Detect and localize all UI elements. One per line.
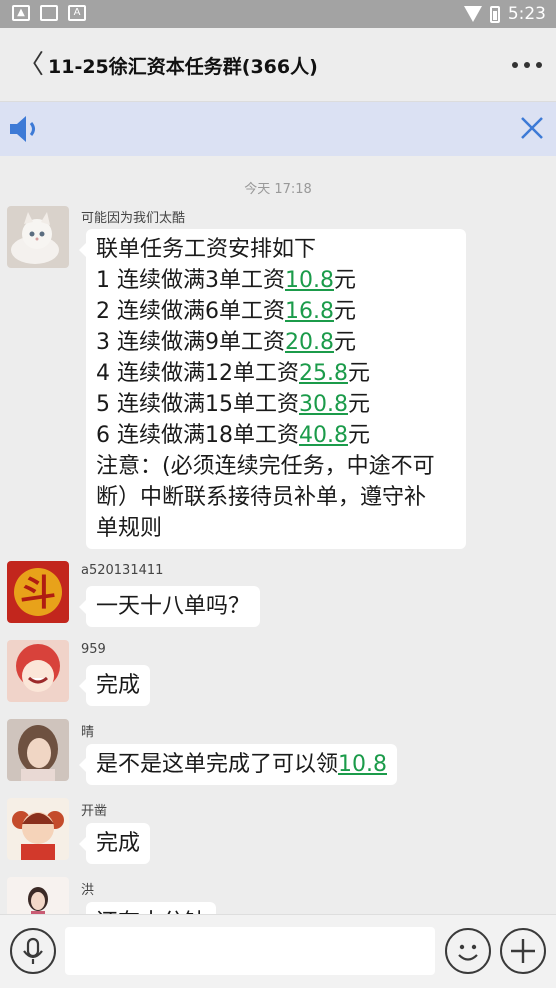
avatar[interactable] — [7, 719, 69, 781]
avatar[interactable] — [7, 798, 69, 860]
message-line: 6 连续做满18单工资40.8元 — [96, 423, 370, 448]
message-bubble[interactable]: 联单任务工资安排如下 1 连续做满3单工资10.8元 2 连续做满6单工资16.… — [79, 229, 466, 549]
message-bubble[interactable]: 是不是这单完成了可以领10.8 — [79, 744, 397, 785]
message-bubble[interactable]: 完成 — [78, 665, 151, 706]
message-line: 1 连续做满3单工资10.8元 — [96, 268, 356, 293]
battery-icon — [489, 5, 500, 23]
amount-link[interactable]: 10.8 — [285, 268, 334, 293]
sender-name: a520131411 — [81, 563, 164, 578]
message-line: 5 连续做满15单工资30.8元 — [96, 392, 370, 417]
font-icon: A — [68, 5, 86, 21]
voice-button[interactable] — [10, 928, 56, 974]
message-bubble[interactable]: 完成 — [78, 823, 151, 864]
message-line: 4 连续做满12单工资25.8元 — [96, 361, 370, 386]
microphone-icon — [23, 937, 43, 964]
message-line: 联单任务工资安排如下 — [96, 237, 317, 262]
announcement-bar[interactable] — [0, 102, 556, 156]
svg-text:斗: 斗 — [20, 573, 56, 614]
amount-link[interactable]: 25.8 — [299, 361, 348, 386]
image-icon: ▲ — [12, 5, 30, 21]
emoji-button[interactable] — [445, 928, 491, 974]
more-functions-button[interactable] — [500, 928, 546, 974]
chat-header: 〈 11-25徐汇资本任务群(366人) — [0, 28, 556, 102]
more-options-button[interactable] — [512, 62, 542, 68]
plus-icon — [511, 939, 535, 963]
message-bubble[interactable]: 还有十分钟 — [86, 902, 217, 914]
status-bar: ▲ A 5:23 — [0, 0, 556, 28]
amount-link[interactable]: 30.8 — [299, 392, 348, 417]
image-icon — [40, 5, 58, 21]
speaker-icon — [10, 116, 35, 142]
sender-name: 晴 — [81, 725, 95, 740]
sender-name: 洪 — [81, 883, 95, 898]
input-bar — [0, 914, 556, 988]
message-line: 断）中断联系接待员补单，遵守补 — [96, 485, 427, 510]
amount-link[interactable]: 40.8 — [299, 423, 348, 448]
avatar[interactable] — [7, 877, 69, 914]
sender-name: 开凿 — [81, 804, 108, 819]
amount-link[interactable]: 16.8 — [285, 299, 334, 324]
smile-icon — [458, 944, 478, 961]
close-icon[interactable] — [520, 116, 544, 140]
sender-name: 959 — [81, 642, 106, 657]
message-bubble[interactable]: 一天十八单吗？ — [78, 586, 261, 627]
avatar[interactable] — [7, 640, 69, 702]
status-time: 5:23 — [507, 4, 546, 24]
message-line: 2 连续做满6单工资16.8元 — [96, 299, 356, 324]
message-line: 3 连续做满9单工资20.8元 — [96, 330, 356, 355]
timestamp: 今天 17:18 — [244, 182, 312, 197]
message-line: 注意：(必须连续完任务，中途不可 — [96, 454, 435, 479]
wifi-icon — [463, 6, 482, 22]
back-button[interactable]: 〈 — [18, 52, 44, 78]
sender-name: 可能因为我们太酷 — [81, 211, 186, 226]
message-input[interactable] — [65, 927, 435, 975]
message-line: 单规则 — [96, 516, 163, 541]
avatar[interactable] — [7, 206, 69, 268]
amount-link[interactable]: 20.8 — [285, 330, 334, 355]
chat-title: 11-25徐汇资本任务群(366人) — [48, 56, 318, 78]
amount-link[interactable]: 10.8 — [338, 752, 387, 777]
avatar[interactable]: 斗 — [7, 561, 69, 623]
chat-area[interactable]: 今天 17:18 可能因为我们太酷 联单任务工资安排如下 1 连续做满3单工资1… — [0, 156, 556, 914]
